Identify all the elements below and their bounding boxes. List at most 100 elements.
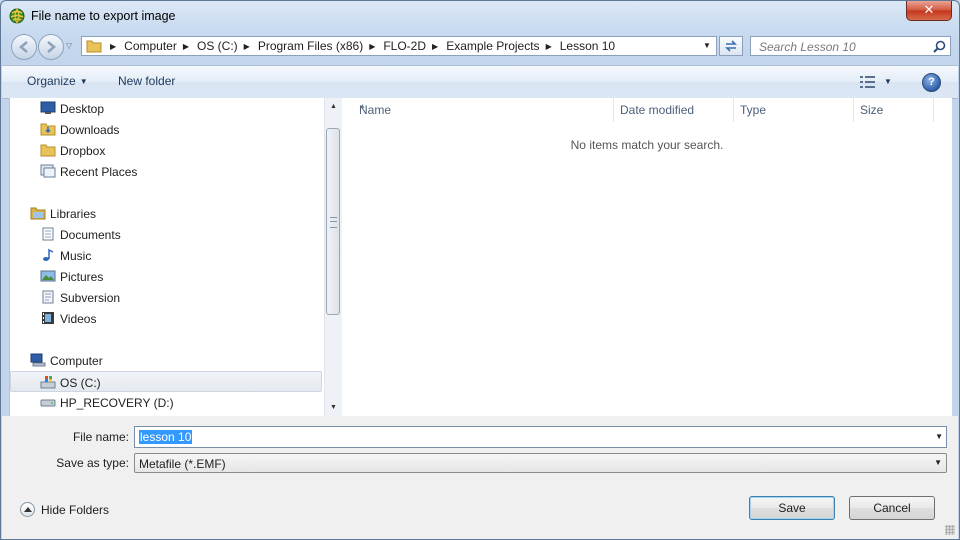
- nav-item-label: Videos: [60, 312, 97, 326]
- breadcrumb-separator-icon[interactable]: ▶: [110, 42, 116, 51]
- libraries-icon: [30, 207, 46, 220]
- os-drive-icon: [40, 376, 56, 389]
- nav-item-label: HP_RECOVERY (D:): [60, 396, 174, 410]
- nav-item-label: Subversion: [60, 291, 121, 305]
- nav-pane-scrollbar[interactable]: ▲ ▼: [324, 98, 342, 416]
- nav-item-pictures[interactable]: Pictures: [10, 266, 322, 287]
- videos-icon: [42, 312, 54, 324]
- organize-label: Organize: [27, 74, 76, 88]
- music-icon: [43, 248, 54, 261]
- title-bar: File name to export image ✕: [1, 1, 959, 31]
- column-header-name[interactable]: ▲ Name: [354, 98, 612, 122]
- nav-item-computer[interactable]: Computer: [10, 350, 322, 371]
- nav-item-hp-recovery[interactable]: HP_RECOVERY (D:): [10, 392, 322, 413]
- nav-item-label: Music: [60, 249, 92, 263]
- column-header-date-modified[interactable]: Date modified: [615, 98, 733, 122]
- window-title: File name to export image: [31, 9, 176, 23]
- empty-list-message: No items match your search.: [570, 138, 724, 152]
- save-type-chevron-down-icon: ▼: [934, 458, 942, 467]
- grip-icon: [330, 217, 337, 228]
- save-dialog-window: File name to export image ✕ ▽ ▶ Computer…: [0, 0, 960, 540]
- breadcrumb-example-projects[interactable]: Example Projects: [446, 39, 539, 53]
- breadcrumb-program-files[interactable]: Program Files (x86): [258, 39, 363, 53]
- column-divider[interactable]: [853, 98, 854, 122]
- column-header-label: Type: [740, 103, 767, 117]
- nav-item-subversion[interactable]: Subversion: [10, 287, 322, 308]
- column-divider[interactable]: [933, 98, 934, 122]
- file-name-input[interactable]: lesson 10 ▼: [134, 426, 947, 448]
- recent-pages-chevron-down-icon[interactable]: ▽: [66, 41, 72, 50]
- search-icon[interactable]: [933, 40, 946, 53]
- documents-icon: [42, 227, 54, 241]
- nav-item-label: Pictures: [60, 270, 104, 284]
- help-icon[interactable]: ?: [922, 73, 941, 92]
- nav-item-desktop[interactable]: Desktop: [10, 98, 322, 119]
- view-options-chevron-down-icon[interactable]: ▼: [884, 77, 892, 86]
- collapse-up-icon: [20, 502, 35, 517]
- breadcrumb-separator-icon[interactable]: ▶: [183, 42, 189, 51]
- refresh-icon: [725, 40, 737, 52]
- nav-item-label: Computer: [50, 354, 103, 368]
- column-divider[interactable]: [733, 98, 734, 122]
- dropbox-folder-icon: [40, 144, 56, 157]
- column-header-label: Size: [860, 103, 884, 117]
- file-name-value: lesson 10: [139, 430, 193, 444]
- nav-item-os-c[interactable]: OS (C:): [10, 371, 322, 392]
- column-header-label: Name: [359, 103, 392, 117]
- column-divider[interactable]: [613, 98, 614, 122]
- breadcrumb-separator-icon[interactable]: ▶: [244, 42, 250, 51]
- nav-item-music[interactable]: Music: [10, 245, 322, 266]
- nav-item-label: Documents: [60, 228, 121, 242]
- save-type-label: Save as type:: [56, 456, 129, 470]
- drive-icon: [40, 399, 56, 407]
- computer-icon: [30, 353, 46, 367]
- nav-item-libraries[interactable]: Libraries: [10, 203, 322, 224]
- refresh-button[interactable]: [719, 36, 743, 56]
- back-button[interactable]: [11, 34, 37, 60]
- close-button[interactable]: ✕: [906, 1, 952, 21]
- breadcrumb-flo2d[interactable]: FLO-2D: [383, 39, 426, 53]
- breadcrumb-separator-icon[interactable]: ▶: [432, 42, 438, 51]
- column-header-type[interactable]: Type: [735, 98, 853, 122]
- app-globe-icon: [9, 8, 25, 24]
- breadcrumb-lesson-10[interactable]: Lesson 10: [560, 39, 615, 53]
- breadcrumb-separator-icon[interactable]: ▶: [369, 42, 375, 51]
- nav-item-label: Libraries: [50, 207, 97, 221]
- breadcrumb-computer[interactable]: Computer: [124, 39, 177, 53]
- nav-item-label: Recent Places: [60, 165, 138, 179]
- new-folder-button[interactable]: New folder: [118, 74, 175, 88]
- breadcrumb-separator-icon[interactable]: ▶: [546, 42, 552, 51]
- hide-folders-label: Hide Folders: [41, 503, 110, 517]
- recent-places-icon: [40, 164, 56, 178]
- desktop-icon: [40, 101, 56, 114]
- scroll-down-arrow-icon[interactable]: ▼: [325, 399, 342, 416]
- scroll-up-arrow-icon[interactable]: ▲: [325, 98, 342, 115]
- file-name-label: File name:: [72, 430, 129, 444]
- nav-item-dropbox[interactable]: Dropbox: [10, 140, 322, 161]
- pictures-icon: [40, 270, 56, 282]
- organize-button[interactable]: Organize ▼: [27, 74, 88, 88]
- file-list-pane: ▲ Name Date modified Type Size No items …: [342, 98, 952, 416]
- scrollbar-thumb[interactable]: [326, 128, 340, 315]
- address-bar[interactable]: ▶ Computer ▶ OS (C:) ▶ Program Files (x8…: [81, 36, 717, 56]
- subversion-icon: [42, 290, 54, 304]
- resize-grip-icon[interactable]: [945, 525, 955, 535]
- address-dropdown-chevron-down-icon[interactable]: ▼: [698, 37, 716, 55]
- save-button[interactable]: Save: [749, 496, 835, 520]
- save-type-select[interactable]: Metafile (*.EMF) ▼: [134, 453, 947, 473]
- cancel-button[interactable]: Cancel: [849, 496, 935, 520]
- nav-item-documents[interactable]: Documents: [10, 224, 322, 245]
- folder-icon: [86, 40, 102, 53]
- nav-item-label: Downloads: [60, 123, 120, 137]
- search-input[interactable]: Search Lesson 10: [750, 36, 951, 56]
- nav-item-videos[interactable]: Videos: [10, 308, 322, 329]
- forward-button[interactable]: [38, 34, 64, 60]
- nav-item-downloads[interactable]: Downloads: [10, 119, 322, 140]
- command-toolbar: Organize ▼ New folder ▼ ?: [2, 65, 958, 99]
- breadcrumb-os-c[interactable]: OS (C:): [197, 39, 238, 53]
- file-name-history-chevron-down-icon[interactable]: ▼: [935, 432, 943, 441]
- column-header-size[interactable]: Size: [855, 98, 933, 122]
- view-details-icon[interactable]: [859, 75, 877, 89]
- nav-item-recent-places[interactable]: Recent Places: [10, 161, 322, 182]
- back-arrow-icon: [19, 41, 28, 53]
